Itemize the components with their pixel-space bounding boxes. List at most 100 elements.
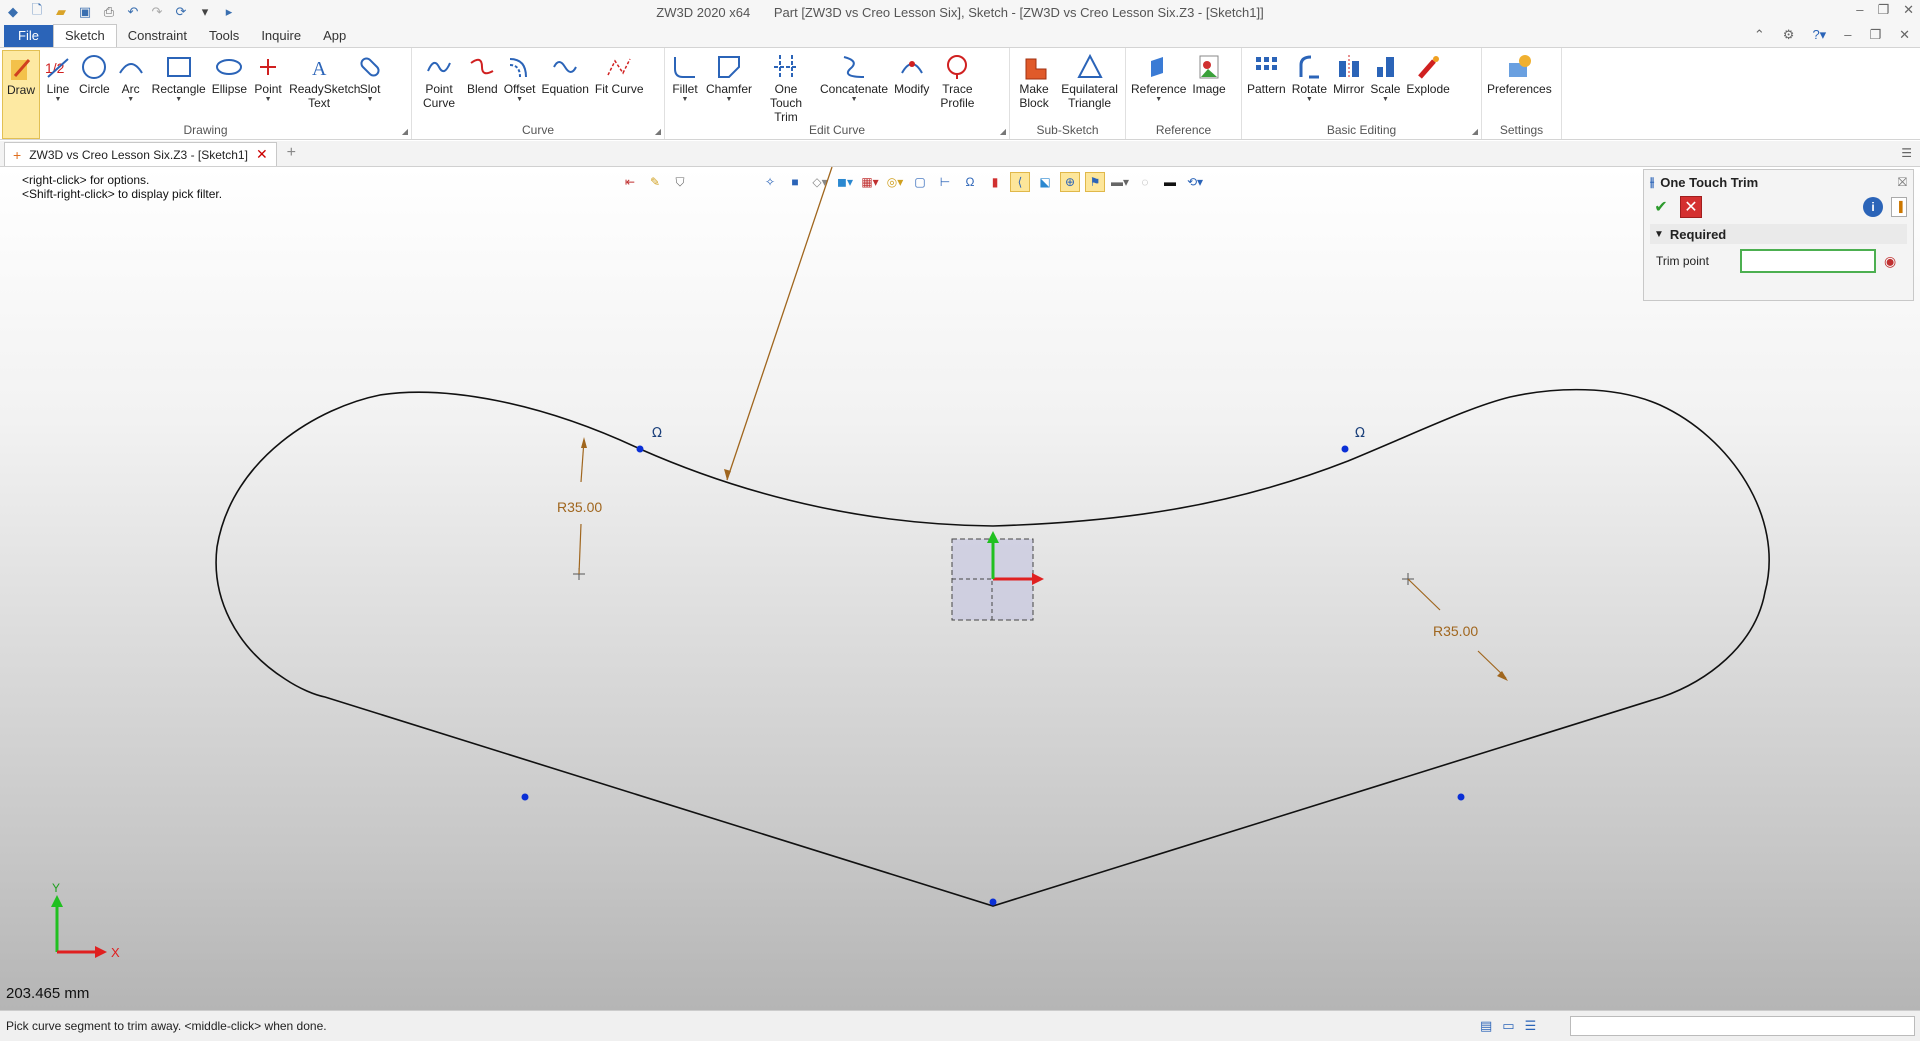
basic-editing-expand-icon[interactable]: ◢ [1472, 127, 1478, 136]
minimize-icon[interactable]: – [1856, 2, 1863, 18]
svg-text:1/2: 1/2 [45, 60, 65, 76]
trim-point-input[interactable] [1740, 249, 1876, 273]
app-logo-icon[interactable]: ◆ [4, 3, 22, 21]
new-file-icon[interactable]: 🗋 [28, 2, 46, 21]
tab-tools[interactable]: Tools [198, 25, 250, 47]
close-tab-icon[interactable]: ✕ [256, 146, 268, 163]
line-dropdown-icon[interactable]: ▼ [55, 96, 62, 104]
circle-icon [79, 52, 109, 82]
panel-close-icon[interactable]: ⛝ [1898, 175, 1907, 190]
point-dropdown-icon[interactable]: ▼ [265, 96, 272, 104]
slot-dropdown-icon[interactable]: ▼ [367, 96, 374, 104]
triad-x-label: X [111, 945, 120, 960]
trace-profile-icon [942, 52, 972, 82]
drawing-expand-icon[interactable]: ◢ [402, 127, 408, 136]
rectangle-dropdown-icon[interactable]: ▼ [175, 96, 182, 104]
edit-curve-expand-icon[interactable]: ◢ [1000, 127, 1006, 136]
tab-inquire[interactable]: Inquire [250, 25, 312, 47]
triad-y-label: Y [52, 881, 60, 895]
tab-constraint[interactable]: Constraint [117, 25, 198, 47]
group-label-edit-curve: Edit Curve [808, 123, 866, 137]
list-view-icon[interactable]: ☰ [1525, 1018, 1537, 1034]
section-label: Required [1669, 226, 1727, 242]
undo-icon[interactable]: ↶ [124, 3, 142, 21]
window-title: ZW3D 2020 x64 Part [ZW3D vs Creo Lesson … [0, 5, 1920, 20]
command-input-field[interactable] [1570, 1016, 1915, 1036]
pick-point-icon[interactable]: ◉ [1884, 253, 1896, 270]
fit-curve-label: Fit Curve [594, 82, 644, 96]
required-section[interactable]: ▼ Required [1650, 224, 1907, 244]
help-icon[interactable]: ?▾ [1812, 27, 1826, 43]
sketch-point [521, 793, 529, 801]
cancel-x-icon[interactable]: ✕ [1680, 196, 1702, 218]
sketch-point [1341, 445, 1349, 453]
sketch-point [989, 898, 997, 906]
maximize-icon[interactable]: ❐ [1877, 2, 1889, 18]
tab-sketch[interactable]: Sketch [52, 24, 117, 47]
print-icon[interactable]: ⎙ [100, 3, 118, 21]
refresh-icon[interactable]: ⟳ [172, 3, 190, 21]
panel-header: ⫲ One Touch Trim ⛝ [1644, 170, 1913, 194]
tab-file[interactable]: File [4, 25, 53, 47]
doc-close-icon[interactable]: ✕ [1899, 27, 1910, 43]
add-tab-icon[interactable]: + [287, 144, 296, 162]
sketch-profile [215, 388, 1770, 907]
image-icon [1194, 52, 1224, 82]
radius-dimension-left: R35.00 [557, 499, 602, 515]
image-label: Image [1192, 82, 1226, 96]
customize-dropdown-icon[interactable]: ▾ [196, 3, 214, 21]
reference-dropdown-icon[interactable]: ▼ [1155, 96, 1162, 104]
graphics-viewport[interactable]: <right-click> for options. <Shift-right-… [0, 167, 1920, 1010]
ribbon-right-controls: ⌃ ⚙ ?▾ – ❐ ✕ [1754, 27, 1910, 43]
arc-dropdown-icon[interactable]: ▼ [127, 96, 134, 104]
arc-icon [116, 52, 146, 82]
draw-label: Draw [6, 83, 35, 97]
tab-list-icon[interactable]: ☰ [1901, 146, 1912, 160]
point-curve-label: Point Curve [422, 82, 455, 110]
make-block-label: Make Block [1019, 82, 1049, 110]
line-icon: 1/2 [43, 52, 73, 82]
fillet-dropdown-icon[interactable]: ▼ [682, 96, 689, 104]
run-icon[interactable]: ▸ [220, 3, 238, 21]
rotate-dropdown-icon[interactable]: ▼ [1306, 96, 1313, 104]
tab-app[interactable]: App [312, 25, 357, 47]
modify-label: Modify [894, 82, 930, 96]
offset-dropdown-icon[interactable]: ▼ [516, 96, 523, 104]
pattern-label: Pattern [1247, 82, 1286, 96]
layout-icon[interactable]: ▤ [1480, 1018, 1492, 1034]
redo-icon[interactable]: ↷ [148, 3, 166, 21]
ok-check-icon[interactable]: ✔ [1650, 196, 1672, 218]
curve-expand-icon[interactable]: ◢ [655, 127, 661, 136]
one-touch-trim-panel: ⫲ One Touch Trim ⛝ ✔ ✕ i ▐ ▼ Required Tr… [1643, 169, 1914, 301]
concatenate-dropdown-icon[interactable]: ▼ [851, 96, 858, 104]
ellipse-label: Ellipse [211, 82, 248, 96]
save-icon[interactable]: ▣ [76, 3, 94, 21]
triad-y-head [51, 895, 63, 907]
status-prompt: Pick curve segment to trim away. <middle… [6, 1019, 327, 1033]
info-icon[interactable]: i [1863, 197, 1883, 217]
radius-leader-left-bottom [578, 523, 582, 575]
doc-restore-icon[interactable]: ❐ [1869, 27, 1881, 43]
sketch-canvas[interactable]: Ω Ω R35.00 R35.00 Y X [0, 167, 1920, 1010]
ribbon-group-curve: Point Curve Blend Offset ▼ Equation Fit … [412, 48, 665, 139]
point-icon [253, 52, 283, 82]
settings-gear-icon[interactable]: ⚙ [1783, 27, 1795, 43]
ribbon-group-basic-editing: Pattern Rotate ▼ Mirror Scale ▼ Explode … [1242, 48, 1482, 139]
group-label-curve: Curve [521, 123, 554, 137]
triangle-icon [1075, 52, 1105, 82]
chamfer-dropdown-icon[interactable]: ▼ [726, 96, 733, 104]
radius-arrow-right [1497, 671, 1508, 681]
scale-dropdown-icon[interactable]: ▼ [1382, 96, 1389, 104]
document-tab[interactable]: + ZW3D vs Creo Lesson Six.Z3 - [Sketch1]… [4, 142, 277, 166]
pin-panel-icon[interactable]: ▐ [1891, 197, 1907, 217]
collapse-ribbon-icon[interactable]: ⌃ [1754, 27, 1765, 43]
monitor-icon[interactable]: ▭ [1502, 1018, 1514, 1034]
line-label: Line [46, 82, 70, 96]
open-folder-icon[interactable]: ▰ [52, 3, 70, 21]
doc-minimize-icon[interactable]: – [1844, 27, 1851, 43]
tangent-constraint-right: Ω [1355, 426, 1365, 441]
offset-icon [505, 52, 535, 82]
close-icon[interactable]: ✕ [1903, 2, 1914, 18]
ellipse-icon [214, 52, 244, 82]
origin-y-arrow-head [987, 531, 999, 543]
